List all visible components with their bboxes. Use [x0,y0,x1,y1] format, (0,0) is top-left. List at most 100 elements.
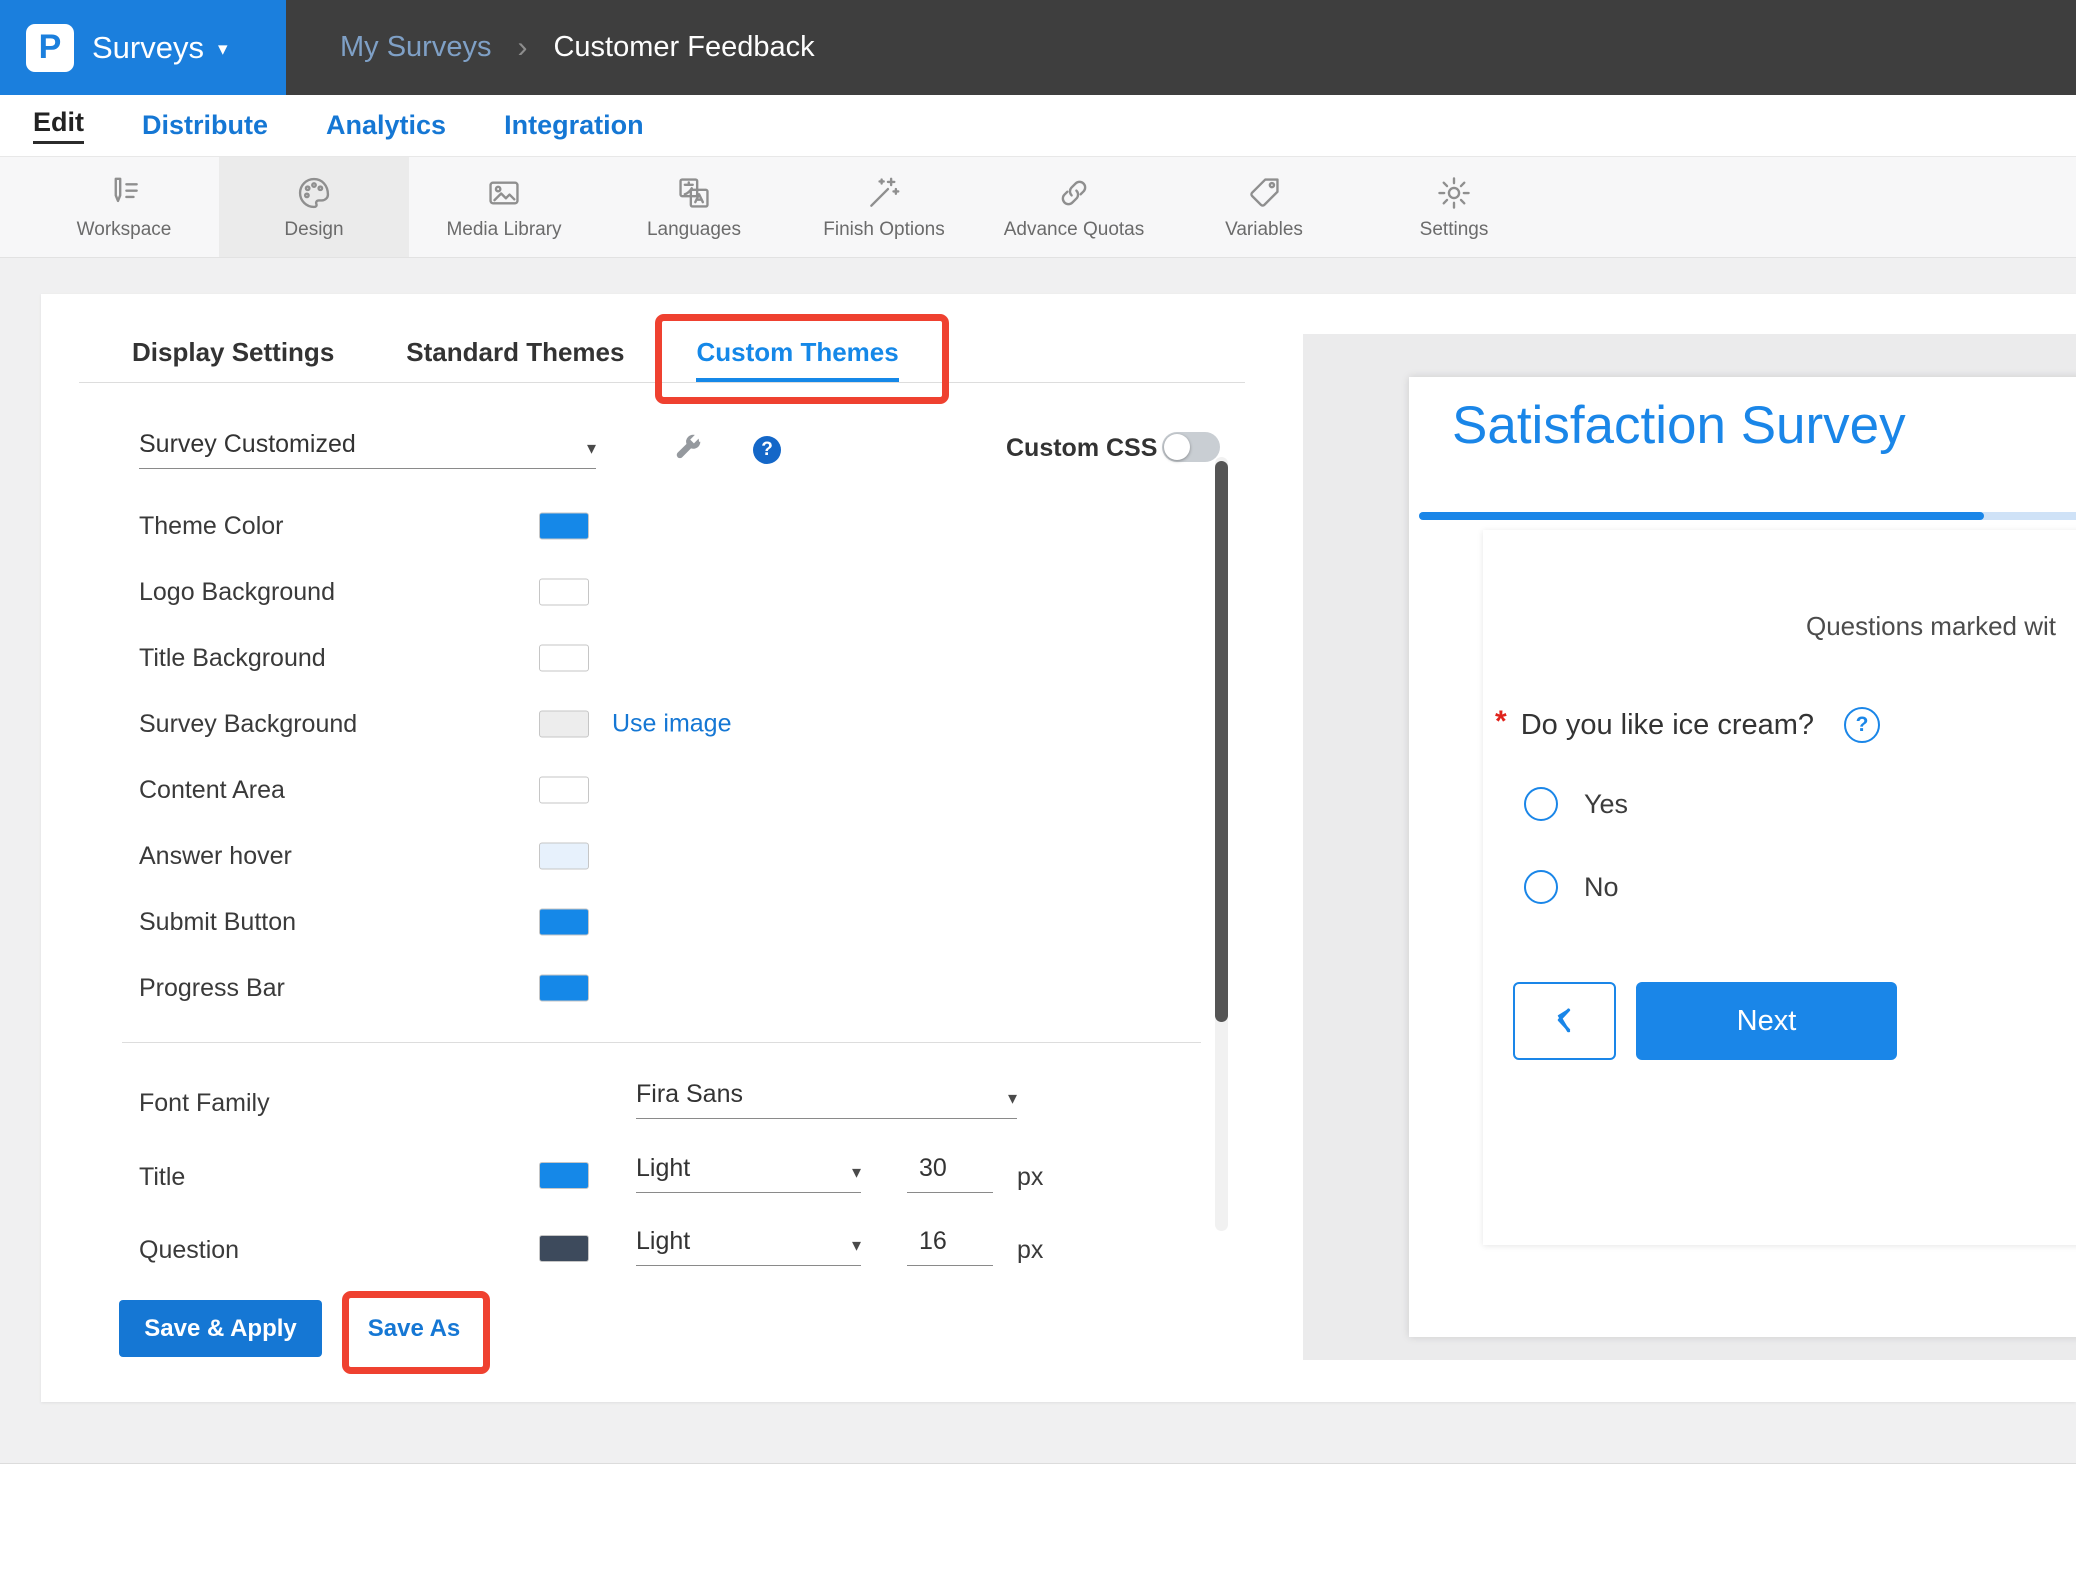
next-button[interactable]: Next [1636,982,1897,1060]
color-row-label: Theme Color [139,512,284,541]
question-weight-select[interactable]: Light ▾ [636,1227,861,1266]
logo-letter: P [39,28,62,67]
toolbar-advance-quotas[interactable]: Advance Quotas [979,157,1169,257]
app-switcher[interactable]: P Surveys ▾ [0,0,286,95]
toolbar-media-library[interactable]: Media Library [409,157,599,257]
toolbar: Workspace Design Media Library [0,156,2076,258]
required-note: Questions marked wit [1806,611,2056,642]
breadcrumb-separator-icon: › [517,31,527,65]
color-swatch[interactable] [539,843,589,870]
section-divider [122,1042,1201,1043]
nav-edit[interactable]: Edit [33,107,84,144]
color-row-title-background: Title Background [139,625,779,691]
color-swatch[interactable] [539,513,589,540]
question-size-input[interactable]: 16 [907,1227,993,1266]
chevron-down-icon: ▾ [852,1162,861,1183]
color-row-content-area: Content Area [139,757,779,823]
tab-custom-themes[interactable]: Custom Themes [696,336,898,382]
toolbar-label: Languages [647,219,741,241]
color-row-logo-background: Logo Background [139,559,779,625]
panel-scrollbar[interactable] [1215,461,1228,1022]
title-weight-select[interactable]: Light ▾ [636,1154,861,1193]
option-yes[interactable]: Yes [1524,787,1628,821]
font-family-label: Font Family [139,1089,270,1118]
save-apply-button[interactable]: Save & Apply [119,1300,322,1357]
toolbar-label: Finish Options [823,219,944,241]
question-weight-value: Light [636,1227,690,1256]
custom-css-label: Custom CSS [1006,434,1157,463]
palette-icon [295,174,333,212]
use-image-link[interactable]: Use image [612,710,732,739]
title-color-swatch[interactable] [539,1162,589,1189]
color-swatch[interactable] [539,777,589,804]
radio-icon [1524,787,1558,821]
custom-css-toggle[interactable] [1162,432,1220,462]
toolbar-label: Workspace [77,219,172,241]
toolbar-variables[interactable]: Variables [1169,157,1359,257]
help-icon[interactable]: ? [753,436,781,464]
color-row-answer-hover: Answer hover [139,823,779,889]
chevron-down-icon: ▾ [587,438,596,459]
toolbar-finish-options[interactable]: Finish Options [789,157,979,257]
chevron-left-icon [1548,1003,1582,1040]
theme-select[interactable]: Survey Customized ▾ [139,430,596,469]
question-size-unit: px [1017,1236,1043,1265]
toolbar-label: Media Library [446,219,561,241]
nav-integration[interactable]: Integration [504,110,644,141]
gear-icon [1435,174,1473,212]
image-icon [485,174,523,212]
save-as-button[interactable]: Save As [359,1300,469,1357]
question-color-swatch[interactable] [539,1235,589,1262]
color-swatch[interactable] [539,711,589,738]
title-size-unit: px [1017,1163,1043,1192]
toolbar-settings[interactable]: Settings [1359,157,1549,257]
chain-link-icon [1055,174,1093,212]
back-button[interactable] [1513,982,1616,1060]
title-weight-value: Light [636,1154,690,1183]
translate-icon [675,174,713,212]
title-size-input[interactable]: 30 [907,1154,993,1193]
breadcrumb-my-surveys[interactable]: My Surveys [340,31,491,64]
tabs-divider [79,382,1245,383]
title-font-label: Title [139,1163,185,1192]
toolbar-languages[interactable]: Languages [599,157,789,257]
question-font-label: Question [139,1236,239,1265]
nav-analytics[interactable]: Analytics [326,110,446,141]
survey-progress-track [1419,512,2076,520]
chevron-down-icon: ▾ [1008,1088,1017,1109]
survey-title: Satisfaction Survey [1452,395,1906,456]
tab-display-settings[interactable]: Display Settings [132,336,334,382]
edit-theme-button[interactable] [671,432,705,466]
color-swatch[interactable] [539,975,589,1002]
question-help-icon[interactable]: ? [1844,707,1880,743]
survey-question: * Do you like ice cream? ? [1495,707,1880,743]
nav-distribute[interactable]: Distribute [142,110,268,141]
color-swatch[interactable] [539,909,589,936]
color-settings-list: Theme Color Logo Background Title Backgr… [139,493,779,1021]
required-asterisk: * [1495,705,1507,739]
toolbar-workspace[interactable]: Workspace [29,157,219,257]
color-swatch[interactable] [539,579,589,606]
toolbar-label: Variables [1225,219,1303,241]
color-swatch[interactable] [539,645,589,672]
tab-standard-themes[interactable]: Standard Themes [406,336,624,382]
proprofs-logo: P [26,24,74,72]
theme-select-value: Survey Customized [139,430,356,459]
radio-icon [1524,870,1558,904]
color-row-label: Progress Bar [139,974,285,1003]
theme-tabs: Display Settings Standard Themes Custom … [132,336,899,382]
option-no[interactable]: No [1524,870,1619,904]
top-bar: P Surveys ▾ My Surveys › Customer Feedba… [0,0,2076,95]
toolbar-label: Design [284,219,343,241]
chevron-down-icon: ▾ [852,1235,861,1256]
tag-icon [1245,174,1283,212]
color-row-label: Title Background [139,644,326,673]
font-family-select[interactable]: Fira Sans ▾ [636,1080,1017,1119]
breadcrumb-current: Customer Feedback [553,31,814,64]
wrench-icon [671,451,703,468]
toolbar-label: Advance Quotas [1004,219,1144,241]
toolbar-design[interactable]: Design [219,157,409,257]
color-row-label: Content Area [139,776,285,805]
panel-scrollbar-track [1215,457,1228,1231]
question-text: Do you like ice cream? [1521,709,1814,742]
